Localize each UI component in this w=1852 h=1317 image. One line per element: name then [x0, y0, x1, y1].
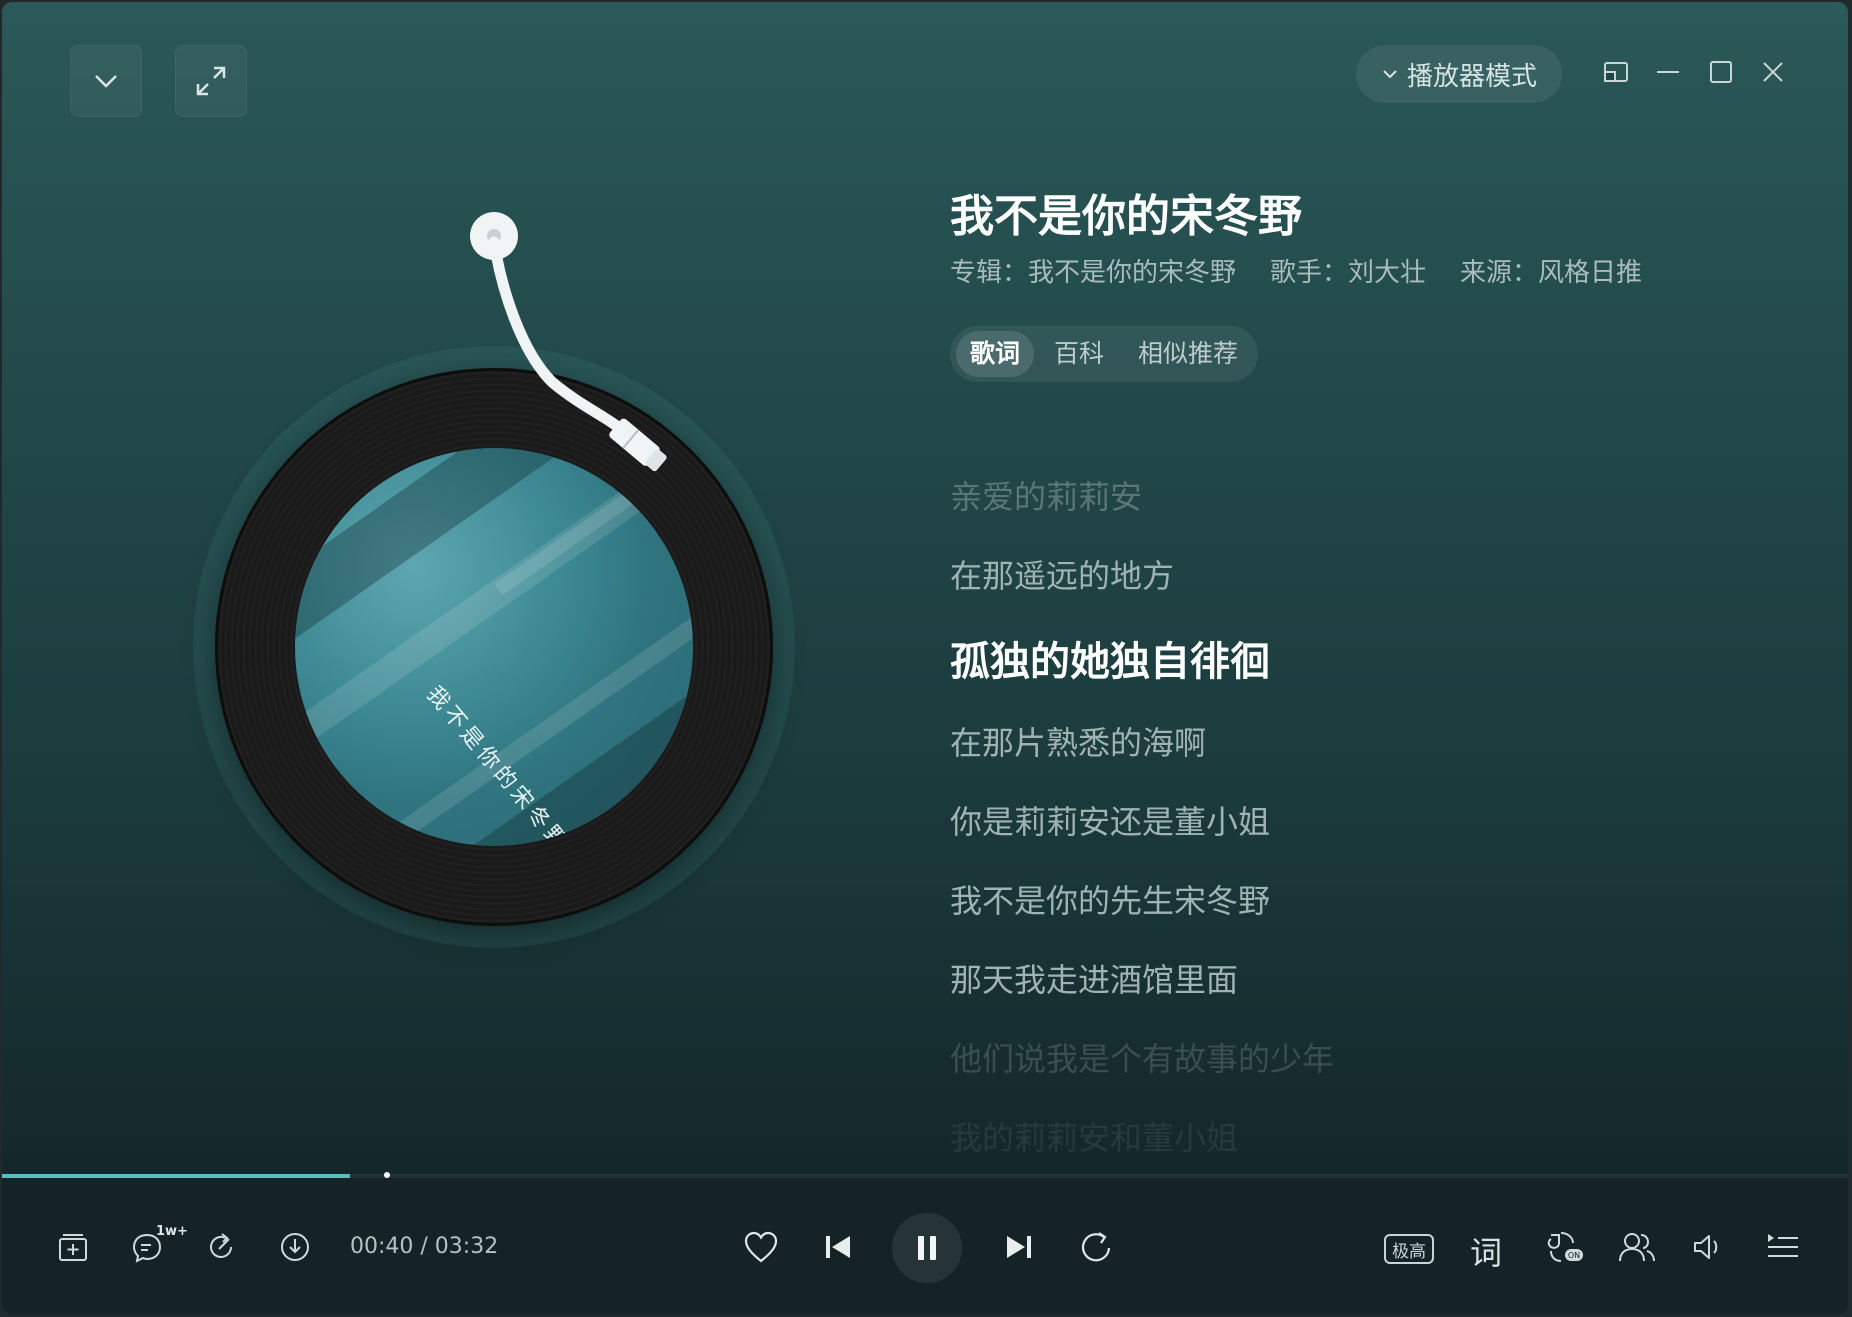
previous-button[interactable]: [815, 1224, 861, 1270]
desktop-lyrics-button[interactable]: 词: [1470, 1228, 1502, 1274]
playback-time: 00:40 / 03:32: [350, 1234, 499, 1259]
listen-together-icon: [1619, 1233, 1655, 1262]
maximize-button[interactable]: [1695, 46, 1747, 98]
share-button[interactable]: [198, 1224, 244, 1270]
lyric-line[interactable]: 我的莉莉安和董小姐: [950, 1113, 1238, 1159]
lyric-line[interactable]: 在那遥远的地方: [950, 551, 1174, 597]
share-icon: [210, 1233, 232, 1258]
tab-wiki[interactable]: 百科: [1040, 331, 1118, 377]
volume-button[interactable]: [1685, 1224, 1731, 1270]
song-title: 我不是你的宋冬野: [950, 191, 1302, 242]
cover-title-text: 我不是你的宋冬野: [421, 681, 575, 846]
song-meta: 专辑：我不是你的宋冬野 歌手：刘大壮 来源：风格日推: [950, 252, 1642, 289]
pause-icon: [918, 1236, 936, 1260]
volume-icon: [1694, 1235, 1718, 1259]
download-icon: [281, 1233, 309, 1261]
sound-effect-button[interactable]: ON: [1542, 1224, 1588, 1270]
add-to-playlist-icon: [59, 1234, 87, 1261]
repeat-icon: [1081, 1232, 1111, 1262]
lyric-line[interactable]: 亲爱的莉莉安: [950, 472, 1142, 518]
close-button[interactable]: [1747, 46, 1799, 98]
artist-link[interactable]: 歌手：刘大壮: [1270, 252, 1426, 289]
album-link[interactable]: 专辑：我不是你的宋冬野: [950, 252, 1236, 289]
add-to-playlist-button[interactable]: [50, 1224, 96, 1270]
chevron-down-icon: [95, 75, 117, 88]
next-button[interactable]: [996, 1224, 1042, 1270]
lyric-line[interactable]: 我不是你的先生宋冬野: [950, 876, 1270, 922]
playlist-button[interactable]: [1760, 1224, 1806, 1270]
minimize-button[interactable]: [1642, 46, 1694, 98]
source-link[interactable]: 来源：风格日推: [1460, 252, 1642, 289]
mini-window-icon: [1604, 62, 1628, 82]
playlist-icon: [1768, 1234, 1798, 1257]
lyric-line[interactable]: 那天我走进酒馆里面: [950, 955, 1238, 1001]
lyric-line-current[interactable]: 孤独的她独自徘徊: [950, 629, 1270, 687]
repeat-button[interactable]: [1073, 1224, 1119, 1270]
player-mode-label: 播放器模式: [1406, 61, 1537, 92]
player-window: 播放器模式 我不是你的宋冬野 我不是你的宋冬野 专辑：我不是你的宋冬野 歌手：刘…: [2, 2, 1848, 1314]
tonearm: [470, 212, 667, 472]
player-mode-button[interactable]: 播放器模式: [1356, 45, 1562, 103]
close-icon: [1763, 62, 1783, 82]
next-icon: [1007, 1236, 1031, 1258]
minimize-icon: [1657, 71, 1679, 73]
quality-button[interactable]: 极高: [1384, 1234, 1434, 1264]
svg-text:ON: ON: [1568, 1251, 1580, 1260]
maximize-icon: [1710, 61, 1732, 83]
listen-together-button[interactable]: [1614, 1224, 1660, 1270]
lyric-line[interactable]: 在那片熟悉的海啊: [950, 718, 1206, 764]
sound-effect-icon: ON: [1547, 1232, 1583, 1262]
mini-window-button[interactable]: [1590, 46, 1642, 98]
tab-lyrics[interactable]: 歌词: [956, 331, 1035, 377]
tab-similar[interactable]: 相似推荐: [1124, 331, 1252, 377]
comment-count-badge: 1w+: [156, 1224, 188, 1239]
pause-button[interactable]: [892, 1213, 962, 1283]
lyric-line[interactable]: 你是莉莉安还是董小姐: [950, 797, 1270, 843]
collapse-button[interactable]: [70, 45, 142, 117]
previous-icon: [826, 1236, 850, 1258]
chevron-down-icon: [1383, 70, 1397, 79]
heart-icon: [744, 1231, 778, 1263]
download-button[interactable]: [272, 1224, 318, 1270]
like-button[interactable]: [738, 1224, 784, 1270]
expand-icon: [196, 66, 226, 96]
info-tabs: 歌词 百科 相似推荐: [950, 326, 1259, 382]
fullscreen-button[interactable]: [175, 45, 247, 117]
lyric-line[interactable]: 他们说我是个有故事的少年: [950, 1034, 1334, 1080]
